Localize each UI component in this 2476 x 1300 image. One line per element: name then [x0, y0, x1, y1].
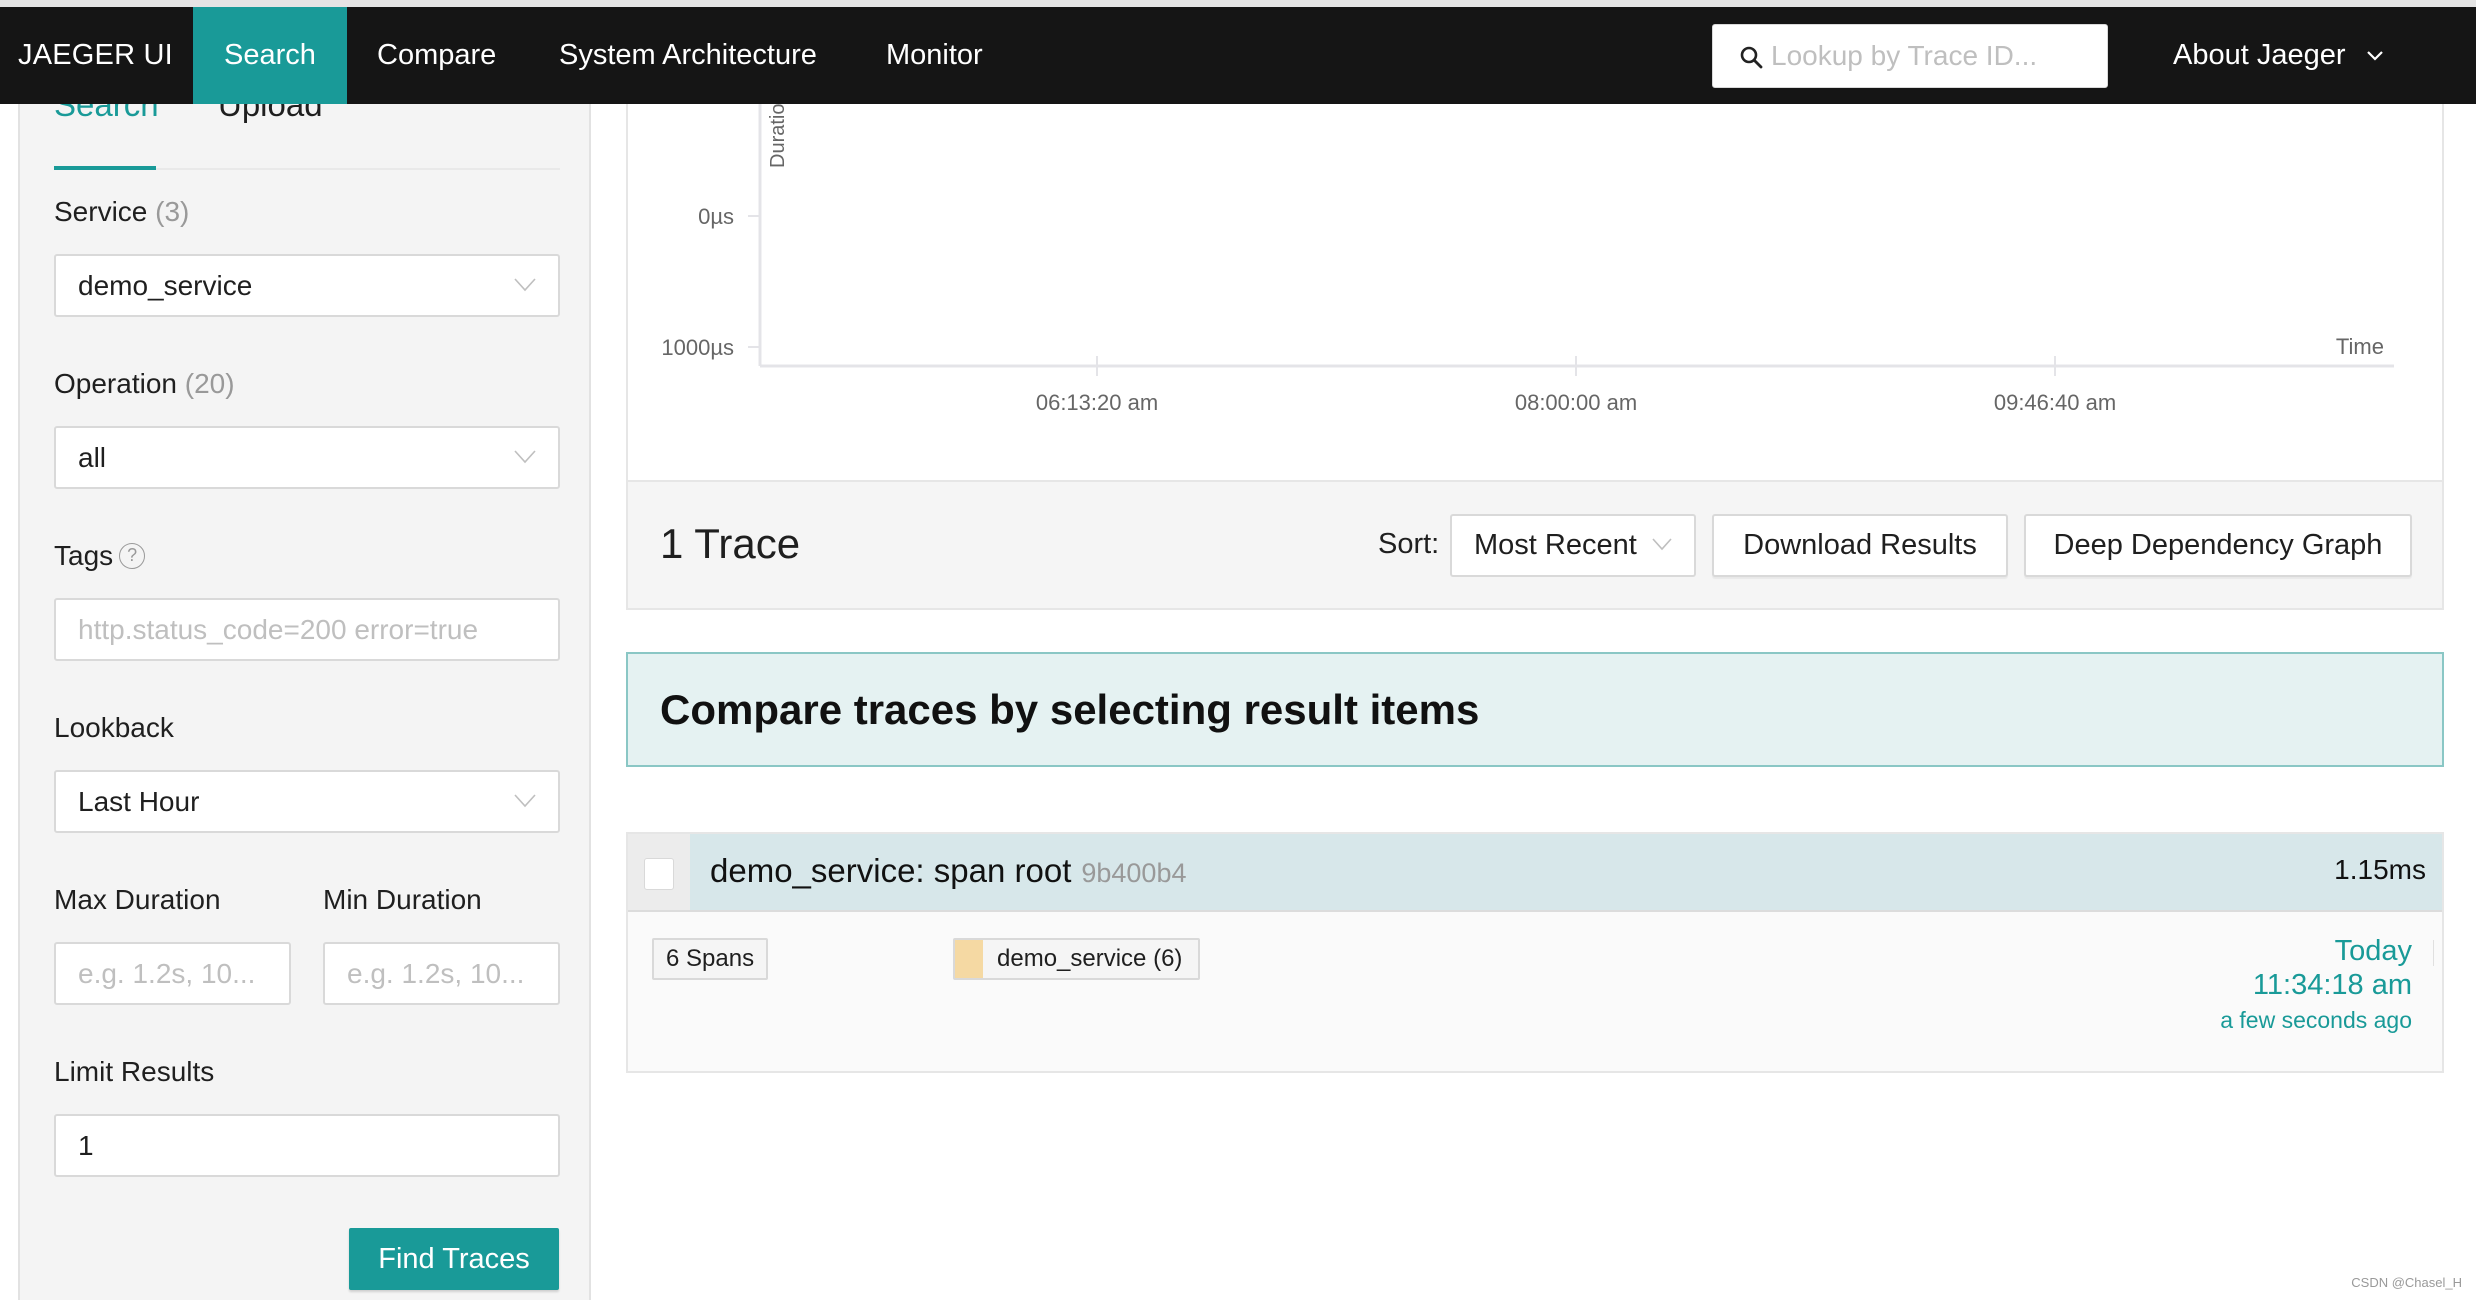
y-axis-label: Duration	[767, 104, 789, 168]
x-tick-label: 09:46:40 am	[1994, 390, 2116, 415]
trace-title[interactable]: demo_service: span root 9b400b4	[710, 852, 1186, 890]
x-axis-label: Time	[2336, 334, 2384, 359]
service-count: (3)	[155, 196, 190, 227]
operation-label-text: Operation	[54, 368, 177, 399]
nav-system-architecture[interactable]: System Architecture	[528, 7, 848, 104]
nav-compare[interactable]: Compare	[346, 7, 527, 104]
trace-id-lookup[interactable]	[1712, 24, 2108, 88]
watermark: CSDN @Chasel_H	[2351, 1275, 2462, 1290]
service-color-swatch	[955, 940, 983, 978]
deep-dependency-graph-button[interactable]: Deep Dependency Graph	[2024, 514, 2412, 577]
find-traces-button[interactable]: Find Traces	[349, 1228, 559, 1290]
lookback-select[interactable]: Last Hour	[54, 770, 560, 833]
top-navbar: JAEGER UI Search Compare System Architec…	[0, 7, 2476, 104]
operation-value: all	[78, 442, 107, 473]
service-tag: demo_service (6)	[953, 938, 1201, 980]
x-tick-label: 06:13:20 am	[1036, 390, 1158, 415]
help-icon[interactable]: ?	[119, 543, 146, 569]
trace-duration: 1.15ms	[2334, 854, 2426, 885]
results-count-title: 1 Trace	[660, 520, 801, 567]
chevron-down-icon	[514, 278, 536, 292]
tags-label: Tags?	[54, 540, 146, 572]
lookback-label: Lookback	[54, 712, 174, 743]
operation-count: (20)	[184, 368, 235, 399]
limit-results-input[interactable]: 1	[54, 1114, 560, 1177]
sort-value: Most Recent	[1474, 529, 1637, 561]
trace-scatter-chart: Duration Time 0µs 1000µs 06:13:20 am 08:00:00…	[626, 104, 2444, 480]
trace-result-item[interactable]: demo_service: span root 9b400b4 1.15ms 6 …	[626, 832, 2444, 1073]
trace-id-input[interactable]	[1771, 33, 2091, 79]
chevron-down-icon	[514, 450, 536, 464]
compare-banner: Compare traces by selecting result items	[626, 652, 2444, 767]
span-count-tag: 6 Spans	[652, 938, 769, 980]
operation-select[interactable]: all	[54, 426, 560, 489]
trace-time: 11:34:18 am	[2252, 969, 2412, 1001]
tags-input[interactable]: http.status_code=200 error=true	[54, 598, 560, 661]
results-header: 1 Trace Sort: Most Recent Download Resul…	[626, 480, 2444, 610]
x-tick-label: 08:00:00 am	[1515, 390, 1637, 415]
chevron-down-icon	[2366, 51, 2383, 61]
service-label-text: Service	[54, 196, 148, 227]
tags-label-text: Tags	[54, 540, 114, 571]
window-top-strip	[0, 0, 2476, 7]
chevron-down-icon	[514, 794, 536, 808]
nav-search[interactable]: Search	[193, 7, 347, 104]
about-jaeger-label: About Jaeger	[2173, 39, 2346, 71]
timestamp-divider	[2433, 940, 2434, 966]
sort-select[interactable]: Most Recent	[1450, 514, 1696, 577]
service-label: Service (3)	[54, 196, 189, 228]
service-select[interactable]: demo_service	[54, 254, 560, 317]
nav-monitor[interactable]: Monitor	[855, 7, 1014, 104]
trace-name: demo_service: span root	[710, 852, 1072, 889]
active-tab-indicator	[54, 166, 156, 170]
trace-select-checkbox[interactable]	[644, 858, 674, 890]
search-sidebar: Search Upload Service (3) demo_service O…	[18, 86, 591, 1300]
chevron-down-icon	[1652, 538, 1672, 551]
sort-label: Sort:	[1378, 528, 1440, 560]
trace-timestamp: Today 11:34:18 am a few seconds ago	[2220, 934, 2434, 1038]
max-duration-input[interactable]: e.g. 1.2s, 10...	[54, 942, 291, 1005]
brand-logo[interactable]: JAEGER UI	[18, 7, 173, 104]
min-duration-label: Min Duration	[323, 884, 482, 915]
max-duration-label: Max Duration	[54, 884, 221, 915]
min-duration-input[interactable]: e.g. 1.2s, 10...	[323, 942, 560, 1005]
trace-relative-time: a few seconds ago	[2220, 1007, 2412, 1033]
trace-select-cell	[628, 834, 690, 910]
scatter-plot: Duration Time 0µs 1000µs 06:13:20 am 08:00:00…	[661, 104, 2394, 415]
lookback-value: Last Hour	[78, 786, 200, 817]
trace-id: 9b400b4	[1081, 858, 1187, 888]
download-results-button[interactable]: Download Results	[1712, 514, 2008, 577]
compare-banner-text: Compare traces by selecting result items	[660, 686, 1480, 733]
service-value: demo_service	[78, 270, 253, 301]
service-tag-label: demo_service (6)	[997, 945, 1183, 972]
trace-day: Today	[2334, 935, 2412, 967]
search-icon	[1740, 46, 1763, 69]
operation-label: Operation (20)	[54, 368, 235, 400]
about-jaeger-menu[interactable]: About Jaeger	[2173, 7, 2384, 104]
trace-result-header[interactable]: demo_service: span root 9b400b4 1.15ms	[628, 834, 2442, 912]
limit-results-label: Limit Results	[54, 1056, 215, 1087]
y-tick-label: 1000µs	[661, 335, 734, 360]
y-tick-label: 0µs	[698, 204, 734, 229]
